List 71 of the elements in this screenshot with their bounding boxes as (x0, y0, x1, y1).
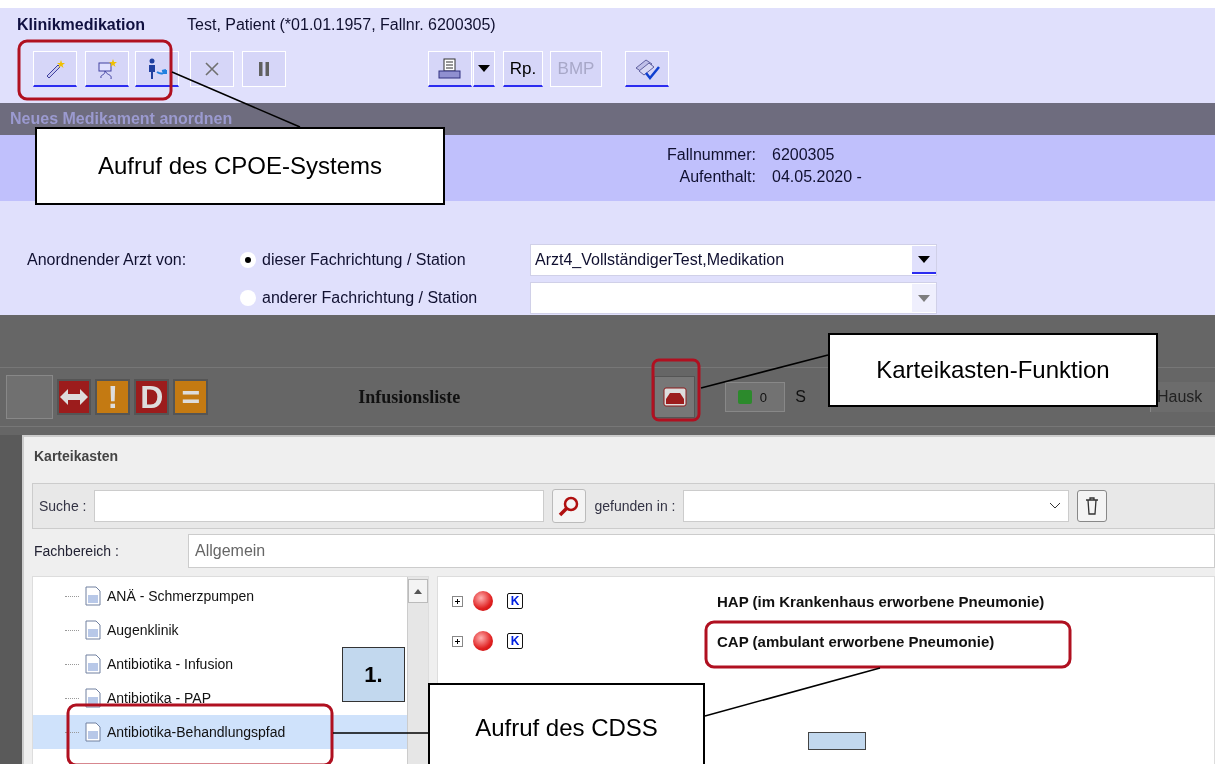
document-icon (85, 654, 101, 674)
approve-icon (634, 57, 660, 80)
field-label: Fallnummer: (667, 146, 756, 165)
status-marker: ! (95, 379, 131, 415)
field-value: 6200305 (772, 146, 835, 165)
field-label: Fachbereich : (34, 543, 120, 559)
status-marker: D (134, 379, 170, 415)
radio-label[interactable]: dieser Fachrichtung / Station (262, 251, 466, 269)
field-label: S (795, 388, 806, 406)
toolbar-button[interactable] (135, 51, 179, 87)
up-arrow-icon (414, 588, 422, 594)
tree-item[interactable]: ANÄ - Schmerzpumpen (33, 579, 407, 613)
doctor-dropdown[interactable]: Arzt4_VollständigerTest,Medikation (530, 244, 937, 276)
caret-icon (918, 255, 930, 263)
search-field[interactable] (94, 490, 545, 522)
document-icon (85, 722, 101, 742)
status-ball-icon (473, 631, 493, 651)
annotation-tooltip: Aufruf des CDSS (428, 683, 705, 764)
type-badge: K (507, 593, 523, 609)
toolbar-button[interactable] (625, 51, 669, 87)
tray-icon (662, 387, 687, 407)
trash-icon (1085, 497, 1100, 515)
search-button[interactable] (552, 489, 587, 523)
field-value: 04.05.2020 - (772, 168, 862, 187)
tree-item[interactable]: Antibiotika-Behandlungspfad (33, 715, 407, 749)
field-label: Anordnender Arzt von: (27, 251, 187, 268)
dialog-title: Karteikasten (34, 448, 119, 464)
entry-title[interactable]: HAP (im Krankenhaus erworbene Pneumonie) (717, 592, 1045, 610)
status-ball-icon (473, 591, 493, 611)
toolbar-button[interactable] (85, 51, 129, 87)
expand-toggle[interactable] (452, 635, 463, 647)
card-box-button[interactable] (654, 376, 695, 418)
dropdown-button[interactable] (473, 51, 495, 87)
caret-icon (918, 294, 930, 302)
annotation-tooltip: Aufruf des CPOE-Systems (35, 127, 445, 205)
radio-button[interactable] (240, 252, 256, 268)
search-icon (558, 495, 581, 517)
type-badge: K (507, 633, 523, 649)
scroll-up-button[interactable] (408, 579, 428, 603)
annotation-tooltip: Karteikasten-Funktion (828, 333, 1158, 407)
step-number-tooltip: 1. (342, 647, 405, 702)
toolbar-button[interactable]: Rp. (503, 51, 543, 87)
section-title: Neues Medikament anordnen (10, 110, 233, 128)
field-label: Aufenthalt: (679, 168, 756, 187)
printer-icon (438, 57, 462, 80)
field-label: gefunden in : (594, 498, 676, 514)
patient-info: Test, Patient (*01.01.1957, Fallnr. 6200305) (187, 16, 496, 34)
status-marker: = (173, 379, 209, 415)
infusion-icon (96, 57, 118, 80)
entry-title[interactable]: CAP (ambulant erworbene Pneumonie) (717, 632, 995, 650)
wand-icon (44, 58, 66, 79)
count-label: 0 (759, 389, 768, 405)
highlight-frame (651, 358, 701, 422)
document-icon (85, 620, 101, 640)
app-title: Klinikmedikation (17, 16, 146, 34)
tree-item[interactable]: Augenklinik (33, 613, 407, 647)
status-led-icon (737, 390, 752, 404)
list-title: Infusionsliste (358, 386, 462, 408)
close-icon (205, 62, 219, 76)
document-icon (85, 586, 101, 606)
department-field[interactable]: Allgemein (188, 534, 1215, 568)
delete-button[interactable] (1077, 490, 1108, 522)
chevron-icon (1050, 503, 1061, 509)
expand-toggle[interactable] (452, 595, 463, 607)
toolbar-button[interactable] (33, 51, 77, 87)
document-icon (85, 688, 101, 708)
toolbar-button[interactable] (428, 51, 472, 87)
caret-icon (478, 65, 490, 72)
field-label: Suche : (39, 498, 87, 514)
pause-icon (258, 62, 270, 76)
double-arrow-icon (59, 388, 88, 406)
